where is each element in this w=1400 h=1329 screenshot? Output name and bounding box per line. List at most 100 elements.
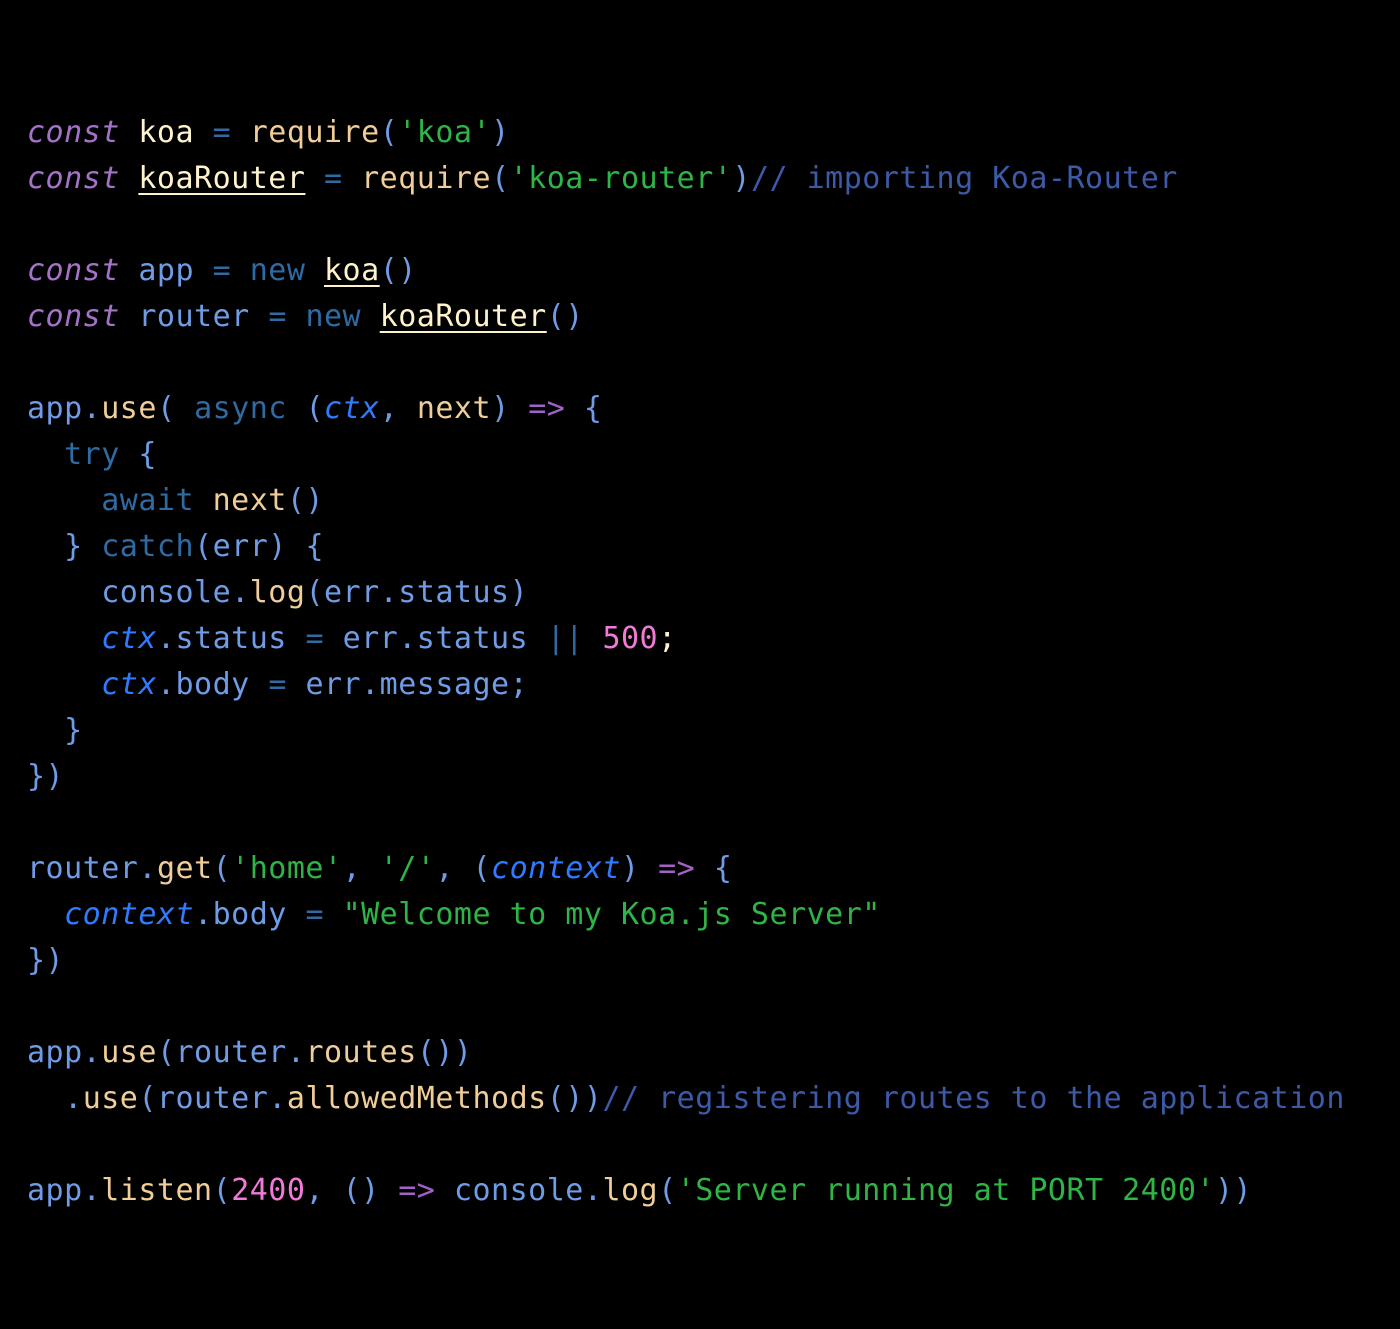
code-line: }): [27, 754, 1345, 800]
code-token: 'home': [231, 851, 343, 886]
code-token: ctx: [101, 667, 157, 702]
code-token: =>: [658, 851, 696, 886]
code-token: use: [82, 1081, 139, 1116]
code-token: ;: [658, 621, 677, 656]
code-token: (: [658, 1173, 677, 1208]
code-token: context: [491, 851, 621, 886]
code-token: 'koa-router': [509, 161, 733, 196]
code-token: ,: [379, 391, 417, 426]
code-token: ctx: [101, 621, 157, 656]
code-token: err.message;: [305, 667, 529, 702]
code-token: err.status: [342, 621, 529, 656]
code-token: async: [194, 391, 287, 426]
code-token: =: [268, 299, 287, 334]
code-token: (router.: [156, 1035, 306, 1070]
code-token: (: [156, 391, 195, 426]
code-line: context.body = "Welcome to my Koa.js Ser…: [27, 892, 1345, 938]
code-token: 500: [602, 621, 659, 656]
code-token: (err): [194, 529, 287, 564]
code-line: app.listen(2400, () => console.log('Serv…: [27, 1168, 1345, 1214]
code-token: log: [249, 575, 306, 610]
code-token: (: [379, 115, 399, 150]
code-line: }): [27, 938, 1345, 984]
code-line: console.log(err.status): [27, 570, 1345, 616]
code-token: koa: [138, 115, 195, 150]
code-token: try: [64, 437, 120, 472]
code-token: allowedMethods: [286, 1081, 547, 1116]
code-token: }): [27, 759, 65, 794]
code-token: next: [212, 483, 287, 518]
code-line: const koa = require('koa'): [27, 110, 1345, 156]
code-token: }: [64, 713, 83, 748]
code-token: (: [491, 161, 510, 196]
code-line: ctx.body = err.message;: [27, 662, 1345, 708]
code-token: ): [491, 115, 510, 150]
code-line: } catch(err) {: [27, 524, 1345, 570]
code-token: 'koa': [398, 115, 492, 150]
code-token: ): [491, 391, 510, 426]
code-token: =: [305, 621, 324, 656]
code-token: ,: [305, 1173, 343, 1208]
code-token: (: [472, 851, 492, 886]
code-token: app: [27, 391, 83, 426]
code-token: 2400: [231, 1173, 306, 1208]
code-token: app: [138, 253, 195, 288]
code-token: koaRouter: [138, 161, 306, 196]
code-line: await next(): [27, 478, 1345, 524]
code-token: ,: [342, 851, 380, 886]
code-token: =: [212, 253, 232, 288]
code-line: }: [27, 708, 1345, 754]
code-token: (): [342, 1173, 380, 1208]
code-token: (router.: [138, 1081, 287, 1116]
code-token: context: [64, 897, 195, 932]
code-line: const app = new koa(): [27, 248, 1345, 294]
code-line: const koaRouter = require('koa-router')/…: [27, 156, 1345, 202]
code-token: koaRouter: [379, 299, 547, 334]
code-token: app.: [27, 1035, 102, 1070]
code-token: (: [212, 1173, 232, 1208]
code-token: ()): [416, 1035, 473, 1070]
code-token: (): [286, 483, 324, 518]
code-token: {: [138, 437, 157, 472]
code-token: new: [305, 299, 362, 334]
code-token: }): [27, 943, 65, 978]
code-token: "Welcome to my Koa.js Server": [342, 897, 881, 932]
code-token: =: [268, 667, 287, 702]
code-token: use: [101, 391, 157, 426]
code-token: (: [212, 851, 232, 886]
code-token: .: [64, 1081, 83, 1116]
code-token: .: [82, 391, 102, 426]
code-token: ): [621, 851, 640, 886]
